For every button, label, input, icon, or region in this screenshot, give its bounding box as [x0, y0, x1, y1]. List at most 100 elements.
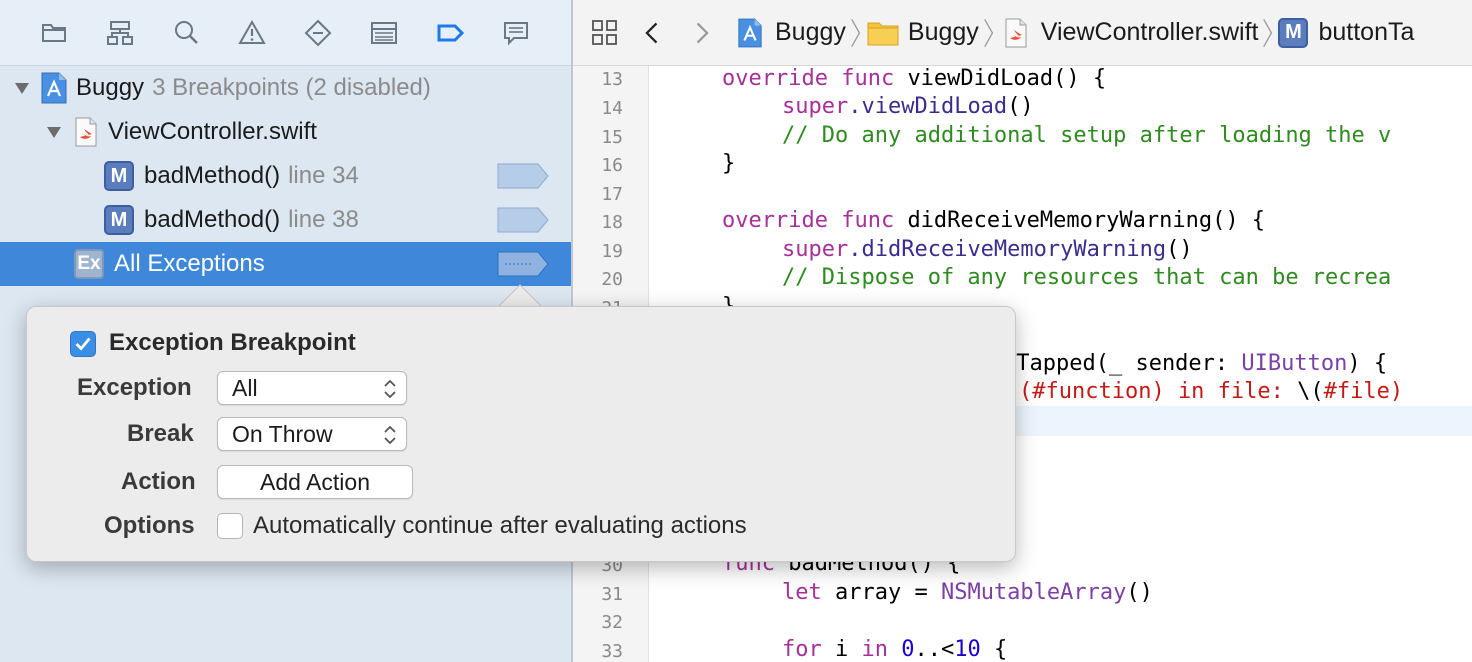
jump-bar: Buggy Buggy ViewController.swift M butto… [573, 0, 1472, 66]
navigator-tab-bar [0, 0, 571, 66]
breadcrumb-group[interactable]: Buggy [866, 16, 979, 50]
list-icon [371, 22, 397, 44]
action-label: Action [121, 468, 196, 495]
xcode-project-icon [733, 16, 767, 50]
code-comment: // Do any additional setup after loading… [782, 123, 1392, 148]
line-number: 16 [601, 155, 623, 176]
breadcrumb-separator-icon [1258, 13, 1278, 53]
search-icon [175, 21, 198, 44]
line-number: 19 [601, 241, 623, 262]
project-row[interactable]: Buggy 3 Breakpoints (2 disabled) [0, 66, 571, 110]
popover-arrow [497, 284, 543, 308]
break-popup[interactable]: On Throw [217, 417, 407, 451]
code-line: super.viewDidLoad() [782, 94, 1034, 119]
breadcrumb-method[interactable]: M buttonTa [1278, 17, 1415, 48]
options-label: Options [104, 512, 195, 539]
breadcrumb-project[interactable]: Buggy [733, 16, 846, 50]
breakpoint-indicator-icon[interactable] [497, 251, 549, 277]
breadcrumb-file[interactable]: ViewController.swift [999, 16, 1259, 50]
exception-popup[interactable]: All [217, 371, 407, 405]
exception-breakpoint-popover: Exception Breakpoint Exception All Break… [26, 306, 1016, 562]
line-number: 32 [601, 612, 623, 633]
line-number: 20 [601, 269, 623, 290]
breadcrumb-separator-icon [846, 13, 866, 53]
line-number: 14 [601, 98, 623, 119]
breakpoint-line-label: line 38 [288, 206, 359, 233]
breakpoint-method-label: badMethod() [144, 206, 281, 233]
code-line: super.didReceiveMemoryWarning() [782, 237, 1193, 262]
breakpoint-indicator-icon[interactable] [497, 163, 549, 189]
line-number: 18 [601, 212, 623, 233]
project-name: Buggy [76, 74, 145, 101]
popover-title: Exception Breakpoint [109, 329, 356, 356]
forward-button[interactable] [677, 9, 725, 57]
swift-file-icon [72, 116, 100, 148]
code-comment: // Dispose of any resources that can be … [782, 265, 1392, 290]
folder-icon [866, 16, 900, 50]
line-number: 17 [601, 184, 623, 205]
hierarchy-icon [107, 21, 133, 45]
chevron-left-icon [645, 22, 658, 43]
swift-file-icon [999, 16, 1033, 50]
report-navigator-tab[interactable] [496, 13, 536, 53]
auto-continue-checkbox[interactable] [217, 513, 243, 539]
symbol-navigator-tab[interactable] [100, 13, 140, 53]
breakpoint-row[interactable]: M badMethod() line 34 [0, 154, 571, 198]
line-number: 31 [601, 584, 623, 605]
line-number: 33 [601, 641, 623, 662]
debug-navigator-tab[interactable] [364, 13, 404, 53]
breakpoint-indicator-icon[interactable] [497, 207, 549, 233]
auto-continue-text: Automatically continue after evaluating … [253, 512, 747, 539]
line-number: 13 [601, 69, 623, 90]
method-icon: M [104, 161, 134, 191]
xcode-project-icon [40, 72, 68, 104]
back-button[interactable] [629, 9, 677, 57]
project-breakpoint-summary: 3 Breakpoints (2 disabled) [152, 74, 431, 101]
disclosure-triangle-icon[interactable] [10, 76, 34, 100]
breadcrumb-label: Buggy [775, 18, 846, 46]
diamond-icon [304, 19, 332, 47]
exception-label: Exception [77, 374, 192, 401]
all-exceptions-row[interactable]: Ex All Exceptions [0, 242, 571, 286]
break-label: Break [127, 420, 194, 447]
folder-icon [42, 24, 66, 42]
issue-navigator-tab[interactable] [232, 13, 272, 53]
test-navigator-tab[interactable] [298, 13, 338, 53]
breakpoint-row[interactable]: M badMethod() line 38 [0, 198, 571, 242]
exception-breakpoint-label: All Exceptions [114, 250, 265, 277]
add-action-button[interactable]: Add Action [217, 465, 413, 499]
checkmark-icon [75, 337, 91, 351]
file-name: ViewController.swift [108, 118, 317, 145]
warning-icon [238, 19, 266, 44]
code-line: override func didReceiveMemoryWarning() … [722, 208, 1266, 233]
breadcrumb-label: Buggy [907, 18, 979, 46]
project-navigator-tab[interactable] [34, 13, 74, 53]
breakpoint-enabled-checkbox[interactable] [70, 331, 96, 357]
method-icon: M [104, 205, 134, 235]
breakpoint-method-label: badMethod() [144, 162, 281, 189]
breakpoint-navigator-tab[interactable] [430, 13, 470, 53]
line-number: 15 [601, 127, 623, 148]
exception-value: All [232, 374, 258, 401]
break-value: On Throw [232, 420, 333, 447]
file-row[interactable]: ViewController.swift [0, 110, 571, 154]
code-line: (#function) in file: \(#file) [1019, 379, 1404, 404]
disclosure-triangle-icon[interactable] [42, 120, 66, 144]
code-line: for i in 0..<10 { [782, 637, 1008, 662]
code-line: let array = NSMutableArray() [782, 580, 1153, 605]
breakpoint-icon [437, 24, 465, 42]
exception-icon: Ex [74, 249, 104, 279]
chevron-right-icon [696, 22, 709, 43]
breakpoint-line-label: line 34 [288, 162, 359, 189]
breadcrumb-separator-icon [979, 13, 999, 53]
related-items-icon[interactable] [581, 9, 629, 57]
breadcrumb-label: buttonTa [1318, 18, 1415, 46]
code-line: } [722, 151, 736, 176]
speech-bubble-icon [504, 22, 528, 46]
find-navigator-tab[interactable] [166, 13, 206, 53]
breadcrumb-label: ViewController.swift [1040, 18, 1259, 46]
code-line: override func viewDidLoad() { [722, 66, 1107, 91]
up-down-arrows-icon [384, 379, 396, 399]
method-icon: M [1278, 17, 1309, 48]
code-line: nTapped(_ sender: UIButton) { [1003, 351, 1388, 376]
